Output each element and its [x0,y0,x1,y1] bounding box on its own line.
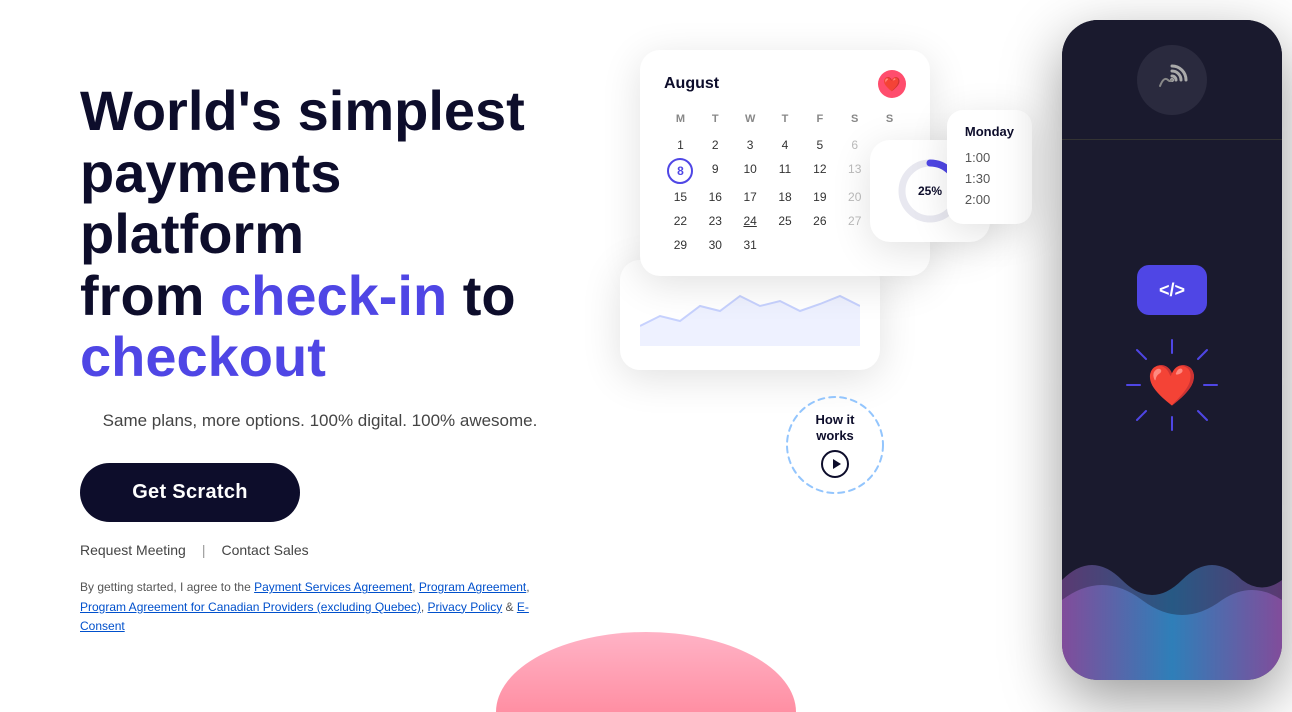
cal-day-26: 26 [803,210,836,232]
dashed-circle: How itworks [780,390,890,500]
contactless-symbol [1150,58,1194,102]
wave-svg [1062,520,1282,680]
program-agreement-canada-link[interactable]: Program Agreement for Canadian Providers… [80,600,421,614]
day-label-s2: S [873,110,906,128]
cal-day-1: 1 [664,134,697,156]
cal-day-5: 5 [803,134,836,156]
cal-day-25: 25 [769,210,802,232]
day-label-s: S [838,110,871,128]
phone-wave-area [1062,520,1282,680]
left-content: World's simplest payments platform from … [0,0,620,712]
hero-subtitle: Same plans, more options. 100% digital. … [80,408,560,434]
cal-day-31: 31 [734,234,767,256]
secondary-links: Request Meeting | Contact Sales [80,542,560,558]
cal-day-16: 16 [699,186,732,208]
time-3: 2:00 [965,189,1014,210]
cal-day-9: 9 [699,158,732,184]
day-label-f: F [803,110,836,128]
chart-card [620,260,880,370]
cal-day-today[interactable]: 8 [667,158,693,184]
cal-day-11: 11 [769,158,802,184]
progress-pct-label: 25% [918,184,942,198]
divider: | [202,542,206,558]
heart-emoji: ❤️ [1147,362,1197,409]
cal-day-19: 19 [803,186,836,208]
time-1: 1:00 [965,147,1014,168]
cal-day-6: 6 [838,134,871,156]
phone-container: </> [1062,20,1292,700]
times-card-title: Monday [965,124,1014,139]
calendar-month: August [664,75,719,93]
time-2: 1:30 [965,168,1014,189]
cal-day-4: 4 [769,134,802,156]
day-label-w: W [734,110,767,128]
calendar-header: August ❤️ [664,70,906,98]
contactless-icon [1137,45,1207,115]
request-meeting-link[interactable]: Request Meeting [80,542,186,558]
day-label-m: M [664,110,697,128]
cal-day-30: 30 [699,234,732,256]
legal-text: By getting started, I agree to the Payme… [80,578,560,636]
how-it-works-center: How itworks [816,412,855,477]
code-icon: </> [1137,265,1207,315]
cal-day-2: 2 [699,134,732,156]
hero-title: World's simplest payments platform from … [80,80,560,388]
contact-sales-link[interactable]: Contact Sales [221,542,308,558]
page-wrapper: World's simplest payments platform from … [0,0,1292,712]
phone-top-area [1062,20,1282,140]
get-scratch-button[interactable]: Get Scratch [80,463,300,522]
cal-day-18: 18 [769,186,802,208]
cal-day-3: 3 [734,134,767,156]
cal-day-20: 20 [838,186,871,208]
cal-day-27: 27 [838,210,871,232]
phone-screen: </> [1062,140,1282,560]
cal-day-13: 13 [838,158,871,184]
cal-day-24: 24 [734,210,767,232]
phone-body: </> [1062,20,1282,680]
play-button[interactable] [821,450,849,478]
cal-day-10: 10 [734,158,767,184]
privacy-policy-link[interactable]: Privacy Policy [428,600,503,614]
payment-services-agreement-link[interactable]: Payment Services Agreement [254,580,412,594]
cal-day-23: 23 [699,210,732,232]
times-card: Monday 1:00 1:30 2:00 [947,110,1032,224]
program-agreement-link[interactable]: Program Agreement [419,580,526,594]
calendar-heart-icon: ❤️ [878,70,906,98]
how-it-works: How itworks [780,390,890,500]
cal-day-17: 17 [734,186,767,208]
calendar-days-header: M T W T F S S [664,110,906,128]
cal-day-15: 15 [664,186,697,208]
day-label-t2: T [769,110,802,128]
cal-day-29: 29 [664,234,697,256]
heart-rays: ❤️ [1122,335,1222,435]
day-label-t: T [699,110,732,128]
cal-day-22: 22 [664,210,697,232]
chart-svg [640,276,860,346]
cal-day-12: 12 [803,158,836,184]
right-content: August ❤️ M T W T F S S 1 2 3 4 5 6 7 8 [620,0,1292,712]
how-it-works-title: How itworks [816,412,855,443]
